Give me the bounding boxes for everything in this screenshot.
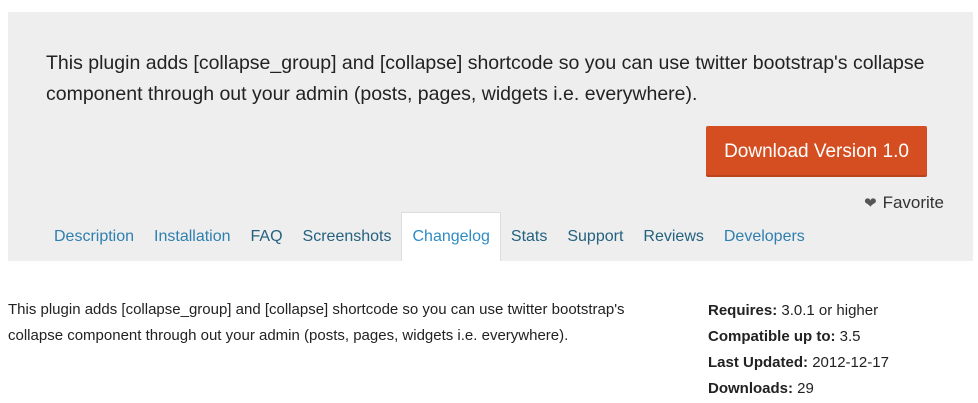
tab-developers[interactable]: Developers <box>714 212 815 261</box>
meta-downloads-label: Downloads: <box>708 380 793 397</box>
tab-description[interactable]: Description <box>8 212 144 261</box>
plugin-description-text: This plugin adds [collapse_group] and [c… <box>8 301 625 344</box>
tab-installation[interactable]: Installation <box>144 212 241 261</box>
tab-screenshots[interactable]: Screenshots <box>293 212 402 261</box>
plugin-meta: Requires: 3.0.1 or higher Compatible up … <box>708 298 889 402</box>
plugin-tabs: Description Installation FAQ Screenshots… <box>8 212 815 261</box>
download-button[interactable]: Download Version 1.0 <box>706 126 927 177</box>
meta-requires: Requires: 3.0.1 or higher <box>708 298 889 324</box>
meta-compatible: Compatible up to: 3.5 <box>708 324 889 350</box>
tab-stats[interactable]: Stats <box>501 212 557 261</box>
favorite-label: Favorite <box>882 193 944 212</box>
heart-icon: ❤ <box>864 194 877 212</box>
meta-last-updated: Last Updated: 2012-12-17 <box>708 350 889 376</box>
tab-support[interactable]: Support <box>557 212 633 261</box>
meta-updated-value: 2012-12-17 <box>812 354 889 371</box>
meta-compatible-value: 3.5 <box>839 328 861 345</box>
tab-changelog[interactable]: Changelog <box>401 212 501 261</box>
meta-updated-label: Last Updated: <box>708 354 809 371</box>
meta-downloads-value: 29 <box>797 380 814 397</box>
tab-faq[interactable]: FAQ <box>241 212 293 261</box>
meta-compatible-label: Compatible up to: <box>708 328 836 345</box>
tab-reviews[interactable]: Reviews <box>633 212 713 261</box>
meta-requires-value: 3.0.1 or higher <box>781 302 879 319</box>
plugin-short-description: This plugin adds [collapse_group] and [c… <box>46 52 925 105</box>
meta-downloads: Downloads: 29 <box>708 376 889 402</box>
favorite-button[interactable]: ❤ Favorite <box>864 192 944 214</box>
meta-requires-label: Requires: <box>708 302 778 319</box>
plugin-page: This plugin adds [collapse_group] and [c… <box>0 0 978 403</box>
